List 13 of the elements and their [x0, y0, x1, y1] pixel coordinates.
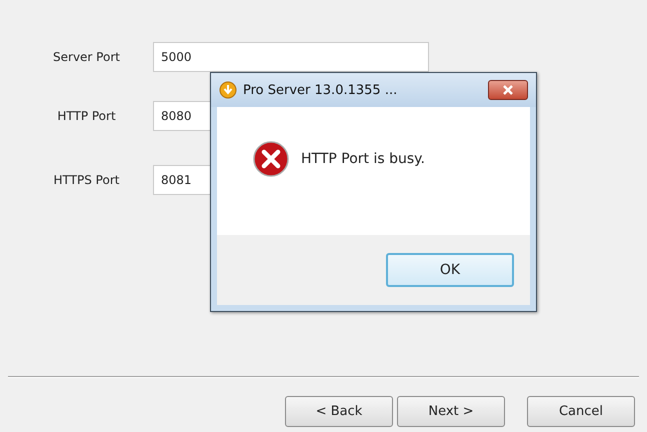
dialog-title: Pro Server 13.0.1355 ...: [243, 82, 398, 98]
wizard-button[interactable]: < Back: [285, 396, 393, 427]
port-field[interactable]: 5000: [153, 42, 429, 72]
wizard-button[interactable]: Next >: [397, 396, 505, 427]
field-label: HTTPS Port: [52, 173, 120, 187]
error-message: HTTP Port is busy.: [301, 151, 425, 167]
error-icon: [253, 141, 289, 177]
field-label: HTTP Port: [56, 109, 117, 123]
field-label: Server Port: [52, 50, 121, 64]
wizard-button[interactable]: Cancel: [527, 396, 635, 427]
ok-button[interactable]: OK: [386, 253, 514, 287]
close-button[interactable]: [488, 80, 528, 100]
close-icon: [502, 85, 514, 95]
